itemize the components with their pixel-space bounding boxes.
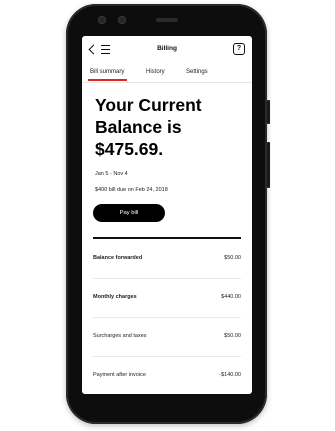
charge-label: Surcharges and taxes: [93, 333, 147, 339]
charge-row[interactable]: Surcharges and taxes $50.00: [93, 318, 241, 357]
power-button: [267, 100, 270, 124]
charge-amount: -$140.00: [219, 372, 241, 378]
charge-amount: $50.00: [224, 333, 241, 339]
charge-label: Payment after invoice: [93, 372, 146, 378]
tab-history[interactable]: History: [146, 69, 165, 75]
help-icon[interactable]: ?: [233, 43, 245, 55]
billing-period: Jan 5 - Nov 4: [95, 171, 128, 177]
charge-row[interactable]: Payment after invoice -$140.00: [93, 357, 241, 394]
tab-settings[interactable]: Settings: [186, 69, 208, 75]
top-app-bar: Billing ?: [82, 36, 252, 64]
phone-device: Billing ? Bill summary History Settings …: [66, 4, 270, 424]
charge-row[interactable]: Balance forwarded $50.00: [93, 240, 241, 279]
page-title: Billing: [157, 45, 177, 52]
charge-label: Monthly charges: [93, 294, 137, 300]
charge-amount: $50.00: [224, 255, 241, 261]
section-divider: [93, 237, 241, 239]
tab-bill-summary[interactable]: Bill summary: [90, 69, 124, 75]
earpiece-speaker: [156, 18, 178, 22]
pay-bill-button[interactable]: Pay bill: [93, 204, 165, 222]
app-screen: Billing ? Bill summary History Settings …: [82, 36, 252, 394]
charge-label: Balance forwarded: [93, 255, 143, 261]
front-camera: [98, 16, 106, 24]
current-balance-heading: Your Current Balance is $475.69.: [95, 95, 202, 159]
volume-button: [267, 142, 270, 188]
active-tab-indicator: [88, 79, 127, 81]
front-sensor: [118, 16, 126, 24]
charge-row[interactable]: Monthly charges $440.00: [93, 279, 241, 318]
bill-due-text: $400 bill due on Feb 24, 2018: [95, 187, 168, 193]
tab-bar: Bill summary History Settings: [82, 66, 252, 83]
charge-amount: $440.00: [221, 294, 241, 300]
